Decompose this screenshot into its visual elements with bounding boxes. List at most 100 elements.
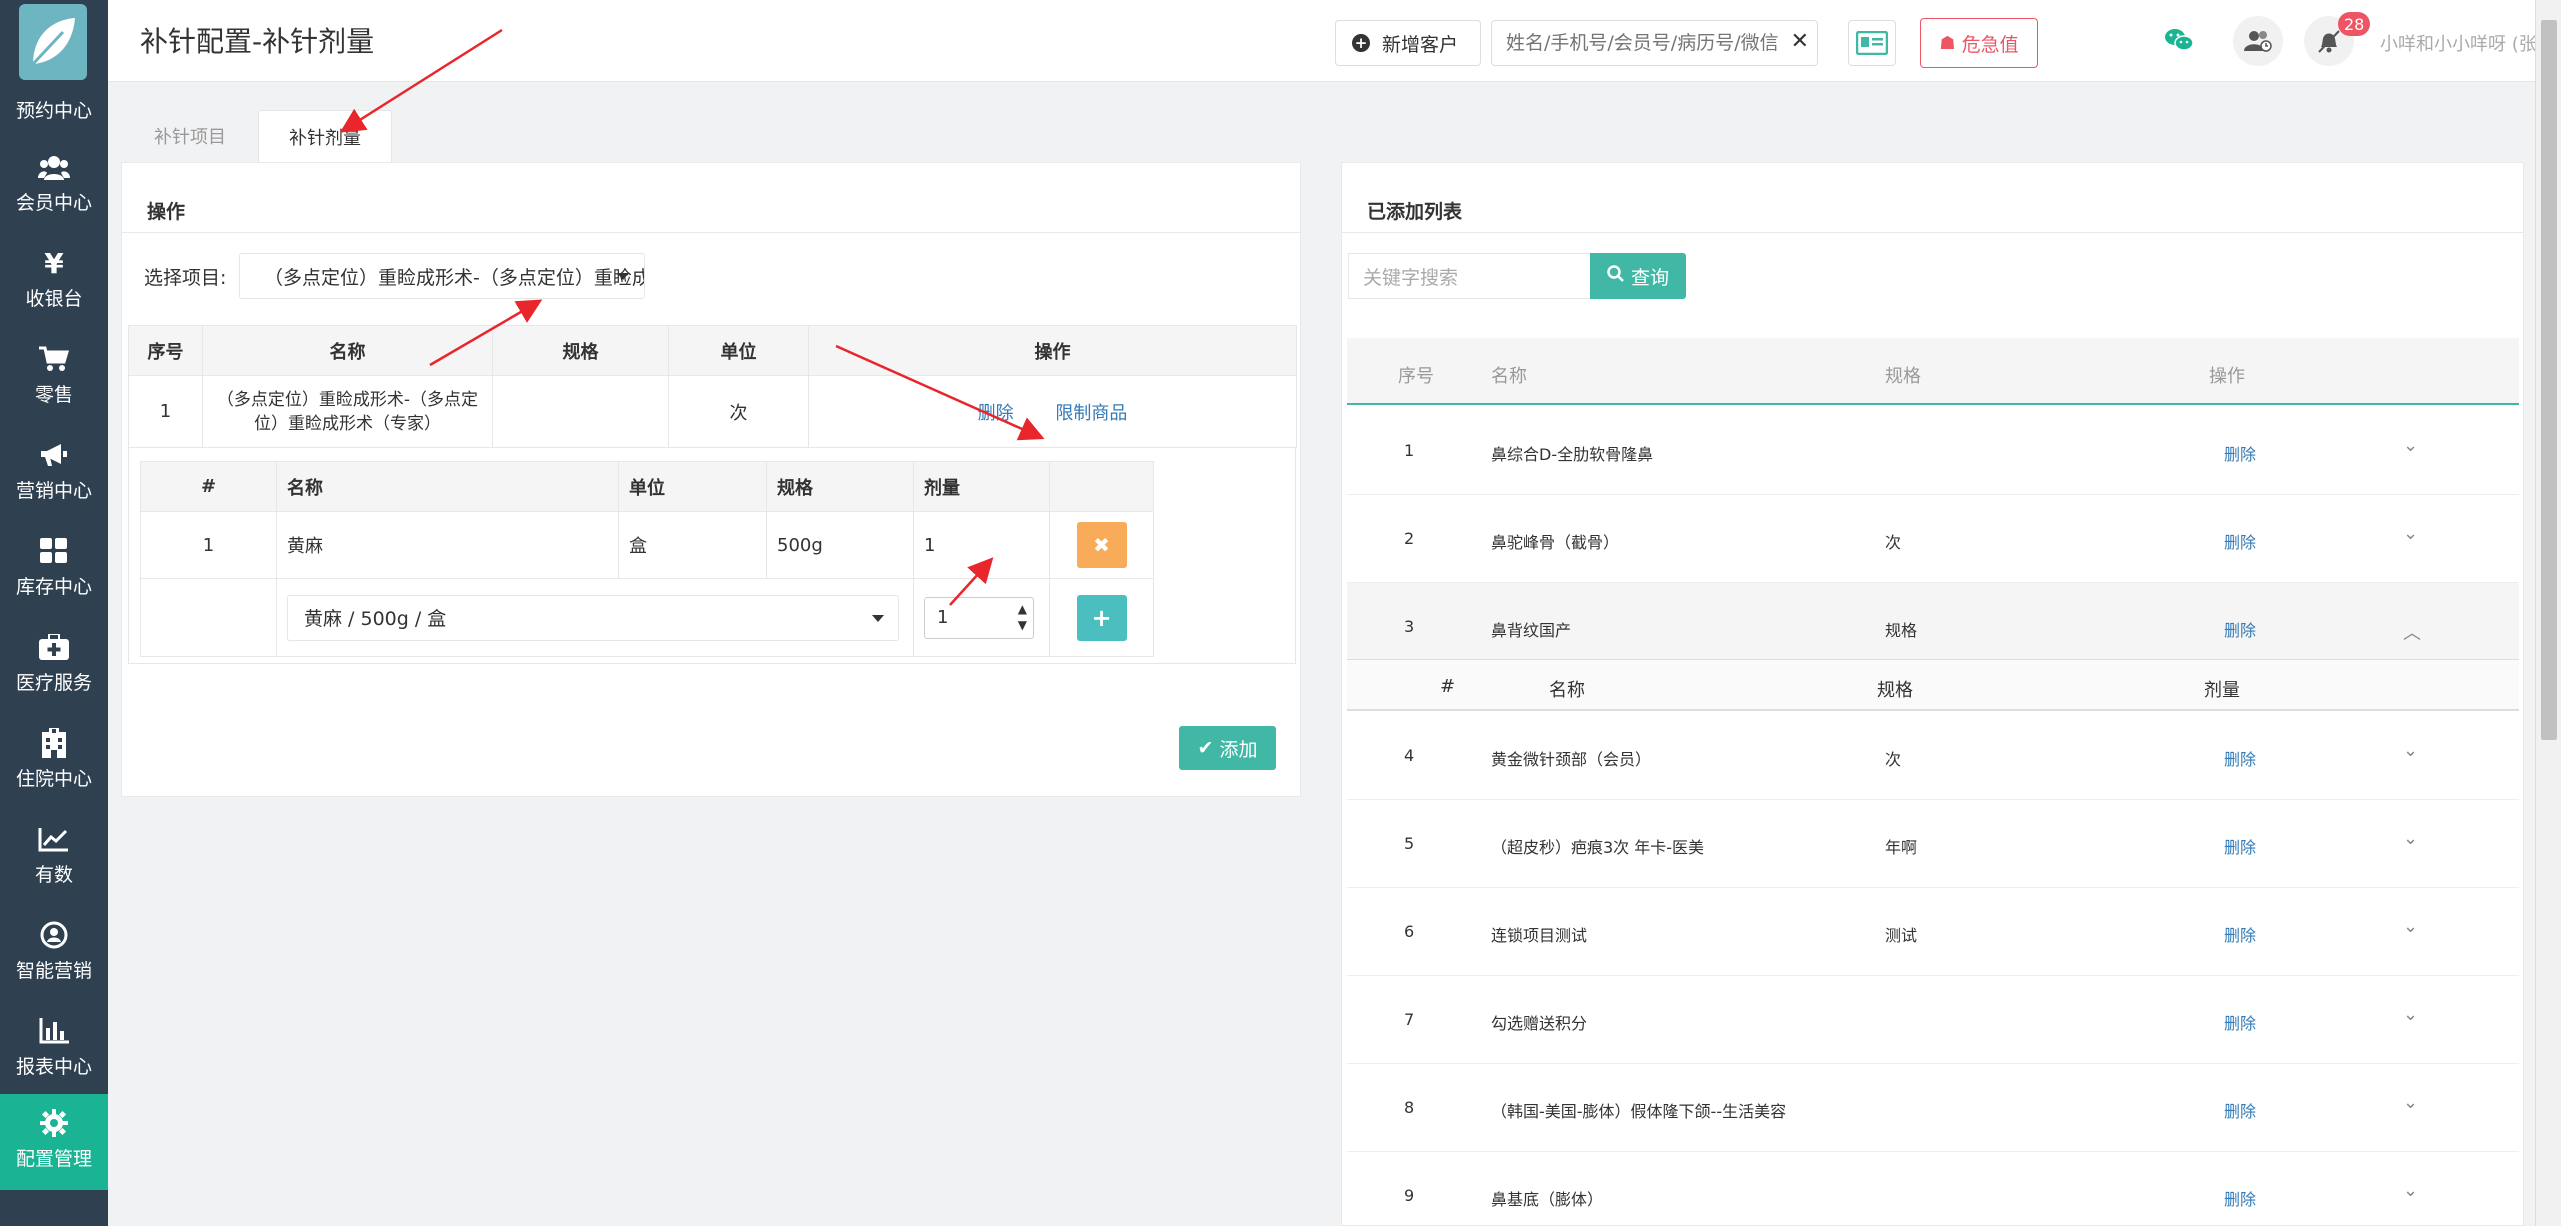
limit-products-link[interactable]: 限制商品 [1055,403,1127,424]
caret-down-icon [617,273,629,280]
chevron-down-icon[interactable]: ⌄ [2403,523,2418,544]
product-select[interactable]: 黄麻 / 500g / 盒 [287,594,899,641]
col-header-product-name: 名称 [276,461,619,512]
operation-panel-header: 操作 [122,163,1300,233]
table-row[interactable]: 1 鼻综合D-全肋软骨隆鼻 删除 ⌄ [1347,407,2519,495]
delete-link[interactable]: 删除 [978,403,1014,424]
added-list-header: 已添加列表 [1342,163,2523,233]
add-button[interactable]: ✔ 添加 [1179,726,1276,770]
sidebar-item-cashier[interactable]: ¥ 收银台 [0,234,108,330]
customer-search-input[interactable] [1492,21,1782,65]
product-table: # 名称 单位 规格 剂量 1 黄麻 盒 500g 1 ✖ 黄麻 / 500g … [140,461,1282,657]
keyword-search-input[interactable]: 关键字搜索 [1348,253,1598,299]
warning-icon: ☗ [1939,32,1956,54]
table-row[interactable]: 7 勾选赠送积分 删除 ⌄ [1347,976,2519,1064]
online-users-button[interactable] [2233,16,2283,66]
yen-icon: ¥ [44,246,64,280]
app-logo[interactable] [19,4,87,80]
spinner-arrows-icon[interactable]: ▲ ▼ [1018,601,1027,633]
sidebar-item-analytics[interactable]: 有数 [0,810,108,906]
check-icon: ✔ [1197,737,1214,759]
remove-product-button[interactable]: ✖ [1076,522,1127,568]
sidebar-item-appointments-partial[interactable]: 预约中心 [0,98,108,124]
hospital-icon [37,726,71,760]
caret-down-icon [872,614,884,622]
users-icon [37,150,71,184]
delete-link[interactable]: 删除 [2224,617,2256,641]
col-header-action: 操作 [808,325,1297,376]
bell-muted-icon [2318,30,2340,53]
critical-value-button[interactable]: ☗ 危急值 [1920,18,2038,68]
sidebar-item-config[interactable]: 配置管理 [0,1094,108,1190]
operation-panel: 操作 选择项目: （多点定位）重睑成形术-（多点定位）重睑成形术（专家） 序号 … [121,162,1301,797]
table-row[interactable]: 9 鼻基底（膨体） 删除 ⌄ [1347,1152,2519,1225]
scrollbar-thumb[interactable] [2541,20,2557,740]
tab-injection-items[interactable]: 补针项目 [125,110,255,162]
grid-icon [37,534,71,568]
gear-icon [37,1106,71,1140]
chevron-down-icon[interactable]: ⌄ [2403,435,2418,456]
delete-link[interactable]: 删除 [2224,746,2256,770]
chevron-down-icon[interactable]: ⌄ [2403,1092,2418,1113]
top-header: 补针配置-补针剂量 + 新增客户 ✕ ☗ 危急值 28 小咩和小小咩呀 (张江门… [108,0,2561,82]
sub-table-header: # 名称 规格 剂量 [1347,659,2519,711]
chevron-up-icon[interactable]: ︿ [2403,619,2421,645]
customer-search-box: ✕ [1491,20,1818,66]
chevron-down-icon[interactable]: ⌄ [2403,1004,2418,1025]
id-card-button[interactable] [1848,20,1896,66]
smart-marketing-icon [37,918,71,952]
col-header-dose: 剂量 [913,461,1050,512]
sidebar-item-inventory[interactable]: 库存中心 [0,522,108,618]
table-row[interactable]: 2 鼻驼峰骨（截骨） 次 删除 ⌄ [1347,495,2519,583]
user-menu[interactable]: 小咩和小小咩呀 (张江门诊部) ⌄ [2380,30,2561,56]
delete-link[interactable]: 删除 [2224,1098,2256,1122]
sidebar-item-inpatient[interactable]: 住院中心 [0,714,108,810]
sidebar-item-members[interactable]: 会员中心 [0,138,108,234]
table-row[interactable]: 5 （超皮秒）疤痕3次 年卡-医美 年啊 删除 ⌄ [1347,800,2519,888]
sidebar-item-reports[interactable]: 报表中心 [0,1002,108,1098]
table-row[interactable]: 6 连锁项目测试 测试 删除 ⌄ [1347,888,2519,976]
close-icon: ✖ [1093,533,1110,557]
col-header-no: 序号 [128,325,203,376]
table-row[interactable]: 8 （韩国-美国-膨体）假体隆下颌--生活美容 删除 ⌄ [1347,1064,2519,1152]
col-header-index: # [140,461,277,512]
sidebar-item-retail[interactable]: 零售 [0,330,108,426]
delete-link[interactable]: 删除 [2224,1010,2256,1034]
chevron-down-icon[interactable]: ⌄ [2403,1180,2418,1201]
sidebar-item-marketing[interactable]: 营销中心 [0,426,108,522]
sidebar-item-smart-marketing[interactable]: 智能营销 [0,906,108,1002]
clear-icon[interactable]: ✕ [1791,29,1809,54]
delete-link[interactable]: 删除 [2224,1186,2256,1210]
delete-link[interactable]: 删除 [2224,834,2256,858]
sidebar-item-medical[interactable]: 医疗服务 [0,618,108,714]
query-button[interactable]: 查询 [1590,253,1686,299]
medkit-icon [37,630,71,664]
delete-link[interactable]: 删除 [2224,922,2256,946]
select-project-label: 选择项目: [144,267,227,289]
chevron-down-icon[interactable]: ⌄ [2403,740,2418,761]
project-table: 序号 名称 规格 单位 操作 1 （多点定位）重睑成形术-（多点定位）重睑成形术… [128,325,1297,448]
line-chart-icon [37,822,71,856]
project-select[interactable]: （多点定位）重睑成形术-（多点定位）重睑成形术（专家） [239,253,645,299]
megaphone-icon [37,438,71,472]
wechat-icon[interactable] [2164,27,2194,57]
table-row-expanded[interactable]: 3 鼻背纹国产 规格 删除 ︿ [1347,583,2519,671]
table-row[interactable]: 4 黄金微针颈部（会员） 次 删除 ⌄ [1347,712,2519,800]
chevron-down-icon[interactable]: ⌄ [2403,916,2418,937]
delete-link[interactable]: 删除 [2224,441,2256,465]
search-icon [1607,264,1625,288]
notification-count-badge: 28 [2338,12,2371,36]
page-scrollbar[interactable] [2535,0,2561,1226]
col-header-name: 名称 [202,325,493,376]
add-product-button[interactable]: + [1076,594,1127,641]
new-customer-button[interactable]: + 新增客户 [1335,20,1481,66]
chevron-down-icon[interactable]: ⌄ [2403,828,2418,849]
delete-link[interactable]: 删除 [2224,529,2256,553]
added-list-title: 已添加列表 [1367,201,1463,223]
id-card-icon [1856,31,1888,55]
dose-stepper[interactable]: 1 ▲ ▼ [924,596,1034,639]
plus-circle-icon: + [1352,34,1370,52]
tab-injection-dosage[interactable]: 补针剂量 [258,110,392,162]
col-header-unit: 单位 [668,325,809,376]
page-title: 补针配置-补针剂量 [140,25,375,58]
